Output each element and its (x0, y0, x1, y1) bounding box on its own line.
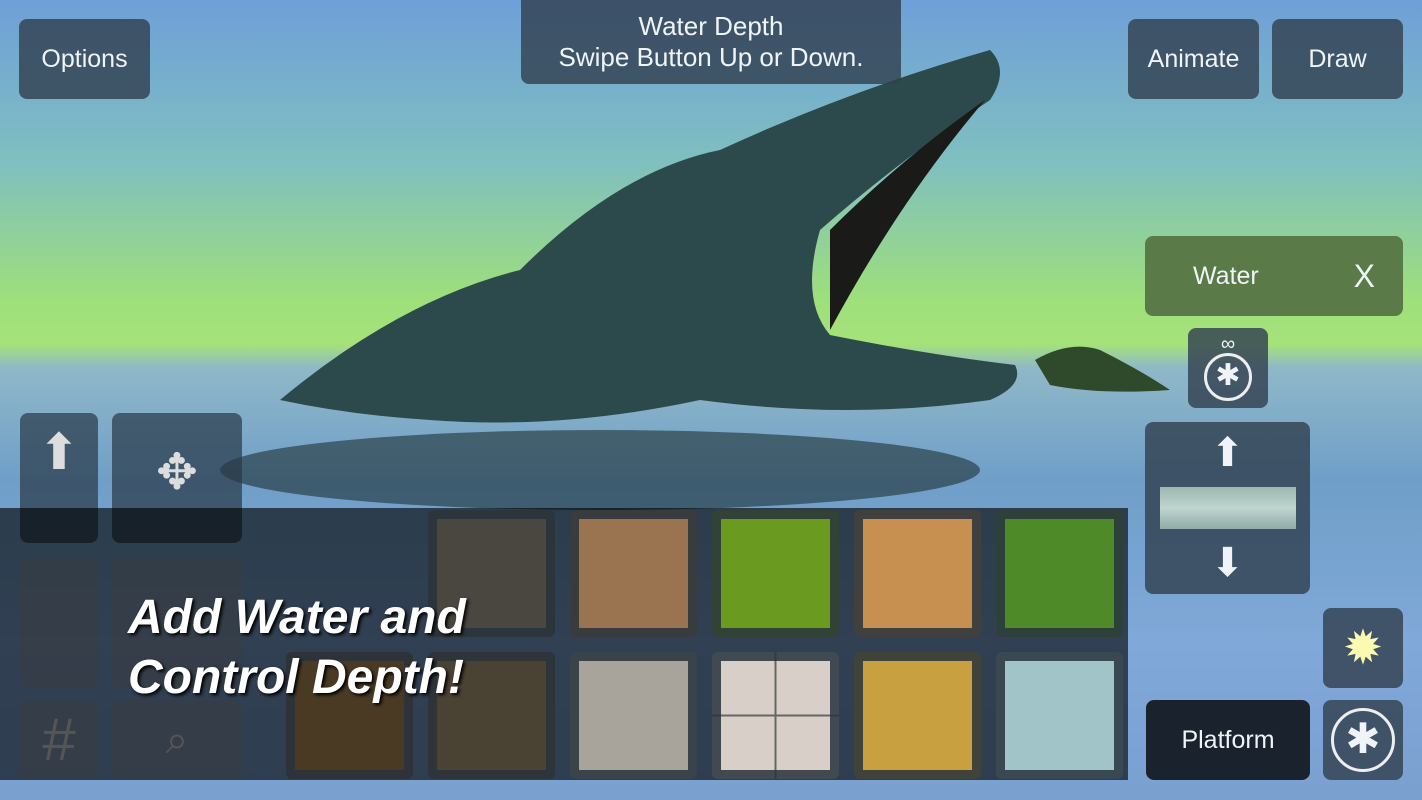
texture-tile-white-tiles[interactable] (712, 652, 839, 779)
texture-tile-cracked-earth[interactable] (570, 510, 697, 637)
options-button[interactable]: Options (19, 19, 150, 99)
link-icon: ∞ (1220, 333, 1236, 355)
platform-button[interactable]: Platform (1146, 700, 1310, 780)
person-icon: ✱ (1204, 353, 1252, 401)
zoom-button[interactable]: ⌕ (112, 700, 242, 780)
animate-button[interactable]: Animate (1128, 19, 1259, 99)
promo-line-2: Control Depth! (128, 651, 464, 704)
hint-text: Swipe Button Up or Down. (558, 42, 864, 72)
texture-tile-sand[interactable] (854, 510, 981, 637)
texture-tile-yellow-sand[interactable] (854, 652, 981, 779)
promo-line-1: Add Water and (128, 591, 466, 644)
draw-button[interactable]: Draw (1272, 19, 1403, 99)
water-level-bar (1159, 487, 1296, 529)
sun-icon: ✹ (1342, 622, 1384, 675)
lighting-button[interactable]: ✹ (1323, 608, 1403, 688)
hint-panel: Water Depth Swipe Button Up or Down. (521, 0, 901, 84)
arrow-down-icon: ⬇ (1210, 541, 1245, 585)
water-depth-slider[interactable]: ⬆ ⬇ (1145, 422, 1310, 594)
link-attach-button[interactable]: ∞ ✱ (1188, 328, 1268, 408)
close-water-button[interactable]: X (1354, 258, 1375, 295)
texture-tile-stone-tiles[interactable] (570, 652, 697, 779)
texture-tile-tall-grass[interactable] (996, 510, 1123, 637)
grid-button[interactable]: # (20, 700, 98, 780)
person-icon: ✱ (1331, 708, 1395, 772)
rotate-button[interactable] (20, 557, 98, 687)
pose-button[interactable]: ✱ (1323, 700, 1403, 780)
arrow-up-icon: ⬆ (1210, 431, 1245, 475)
hint-title: Water Depth (638, 11, 784, 41)
texture-tile-leafy-grass[interactable] (712, 510, 839, 637)
promo-text: Add Water and Control Depth! (128, 588, 466, 708)
water-selector[interactable]: Water X (1145, 236, 1403, 316)
water-label: Water (1193, 261, 1259, 290)
texture-tile-water[interactable] (996, 652, 1123, 779)
